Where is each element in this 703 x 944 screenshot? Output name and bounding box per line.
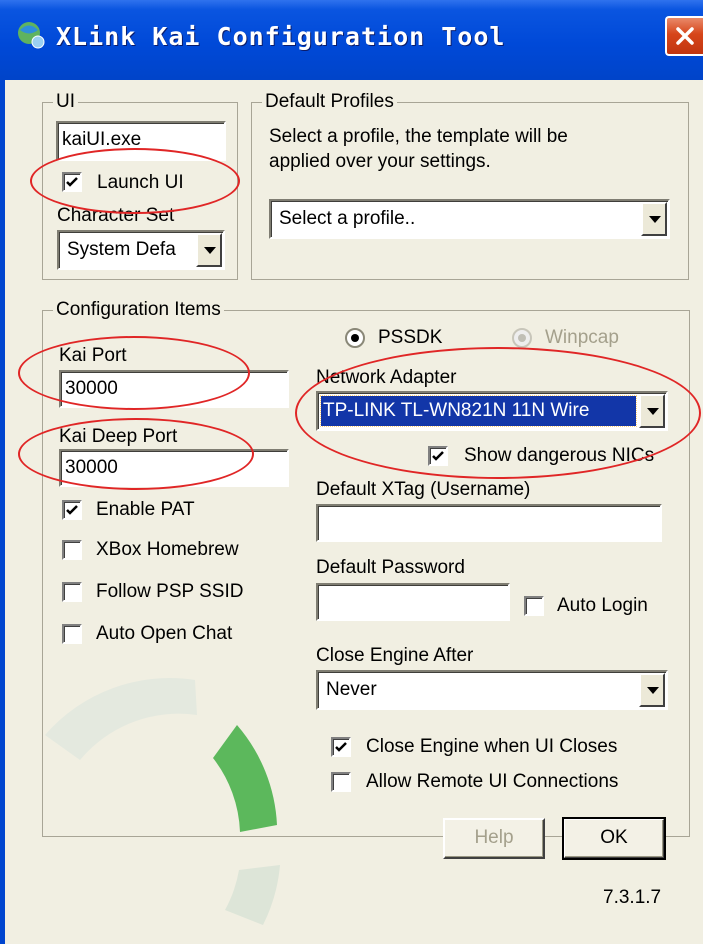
xtag-field[interactable]: [316, 504, 662, 542]
pssdk-label: PSSDK: [378, 327, 443, 348]
pssdk-radio[interactable]: [345, 328, 365, 348]
ui-exe-field[interactable]: kaiUI.exe: [56, 121, 226, 161]
auto-login-checkbox[interactable]: [524, 596, 544, 616]
chevron-down-icon[interactable]: [639, 673, 665, 707]
kai-deep-port-field[interactable]: 30000: [59, 449, 289, 487]
config-legend: Configuration Items: [53, 298, 224, 322]
profiles-legend: Default Profiles: [262, 90, 397, 114]
enable-pat-label: Enable PAT: [96, 499, 195, 520]
xbox-homebrew-checkbox[interactable]: [62, 540, 82, 560]
profiles-description-line2: applied over your settings.: [269, 151, 491, 172]
title-bar: XLink Kai Configuration Tool: [0, 0, 703, 80]
chevron-down-icon[interactable]: [196, 233, 222, 267]
winpcap-label: Winpcap: [545, 327, 619, 348]
profiles-description-line1: Select a profile, the template will be: [269, 126, 568, 147]
profile-dropdown[interactable]: Select a profile..: [269, 199, 670, 239]
checkmark-icon: [335, 742, 347, 752]
window-title: XLink Kai Configuration Tool: [56, 22, 506, 51]
character-set-dropdown[interactable]: System Defa: [57, 230, 225, 270]
follow-psp-ssid-checkbox[interactable]: [62, 582, 82, 602]
kai-port-label: Kai Port: [59, 345, 127, 366]
character-set-label: Character Set: [57, 205, 175, 226]
checkmark-icon: [432, 451, 444, 461]
follow-psp-ssid-label: Follow PSP SSID: [96, 581, 244, 602]
close-engine-ui-label: Close Engine when UI Closes: [366, 736, 618, 757]
ui-group-legend: UI: [53, 90, 78, 114]
close-engine-after-label: Close Engine After: [316, 645, 474, 666]
character-set-value: System Defa: [67, 239, 176, 260]
show-dangerous-checkbox[interactable]: [428, 446, 448, 466]
auto-open-chat-checkbox[interactable]: [62, 624, 82, 644]
password-field[interactable]: [316, 583, 510, 621]
close-engine-after-value: Never: [326, 679, 377, 700]
kai-port-field[interactable]: 30000: [59, 370, 289, 408]
auto-open-chat-label: Auto Open Chat: [96, 623, 233, 644]
profile-value: Select a profile..: [279, 208, 416, 229]
winpcap-radio: [512, 328, 532, 348]
chevron-down-icon[interactable]: [641, 202, 667, 236]
network-adapter-label: Network Adapter: [316, 367, 457, 388]
version-label: 7.3.1.7: [603, 887, 662, 908]
auto-login-label: Auto Login: [557, 595, 648, 616]
xbox-homebrew-label: XBox Homebrew: [96, 539, 239, 560]
show-dangerous-label: Show dangerous NICs: [464, 445, 655, 466]
xtag-label: Default XTag (Username): [316, 479, 531, 500]
close-engine-ui-checkbox[interactable]: [331, 737, 351, 757]
launch-ui-label: Launch UI: [97, 172, 184, 193]
password-label: Default Password: [316, 557, 465, 578]
ok-button[interactable]: OK: [562, 817, 666, 860]
xlink-app-icon: [18, 22, 45, 49]
launch-ui-checkbox[interactable]: [62, 172, 82, 192]
allow-remote-checkbox[interactable]: [331, 772, 351, 792]
window-frame: [0, 80, 5, 944]
checkmark-icon: [66, 505, 78, 515]
close-icon: [676, 27, 694, 45]
close-button[interactable]: [665, 16, 703, 56]
chevron-down-icon[interactable]: [639, 394, 665, 428]
kai-deep-port-label: Kai Deep Port: [59, 426, 178, 447]
enable-pat-checkbox[interactable]: [62, 500, 82, 520]
checkmark-icon: [66, 177, 78, 187]
close-engine-after-dropdown[interactable]: Never: [316, 670, 668, 710]
network-adapter-value: TP-LINK TL-WN821N 11N Wire: [320, 395, 637, 427]
network-adapter-dropdown[interactable]: TP-LINK TL-WN821N 11N Wire: [316, 391, 668, 431]
help-button: Help: [443, 818, 545, 859]
allow-remote-label: Allow Remote UI Connections: [366, 771, 619, 792]
